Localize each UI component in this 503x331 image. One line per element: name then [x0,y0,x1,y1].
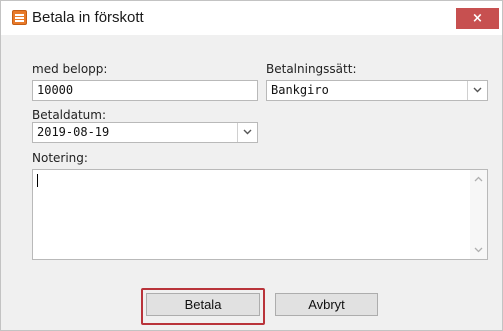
pay-button[interactable]: Betala [146,293,260,316]
scroll-up-icon[interactable] [474,176,483,182]
payment-method-label: Betalningssätt: [266,62,357,76]
chevron-down-icon [243,129,252,135]
note-label: Notering: [32,151,88,165]
app-form-icon [12,10,27,25]
pay-date-dropdown-button[interactable] [237,123,257,142]
payment-dialog: Betala in förskott × med belopp: 10000 B… [0,0,503,331]
amount-input[interactable]: 10000 [32,80,258,101]
payment-method-dropdown-button[interactable] [467,81,487,100]
payment-method-select[interactable]: Bankgiro [266,80,488,101]
chevron-down-icon [473,87,482,93]
text-caret [37,174,38,187]
amount-label: med belopp: [32,62,108,76]
note-scrollbar[interactable] [470,170,487,259]
pay-date-label: Betaldatum: [32,108,107,122]
window-title: Betala in förskott [32,9,144,26]
scroll-down-icon[interactable] [474,247,483,253]
pay-date-select[interactable]: 2019-08-19 [32,122,258,143]
note-textarea[interactable] [32,169,488,260]
close-icon: × [472,11,483,26]
pay-date-value: 2019-08-19 [37,125,110,139]
close-button[interactable]: × [456,8,499,29]
title-bar[interactable]: Betala in förskott × [1,1,502,35]
payment-method-value: Bankgiro [271,83,329,97]
cancel-button[interactable]: Avbryt [275,293,378,316]
